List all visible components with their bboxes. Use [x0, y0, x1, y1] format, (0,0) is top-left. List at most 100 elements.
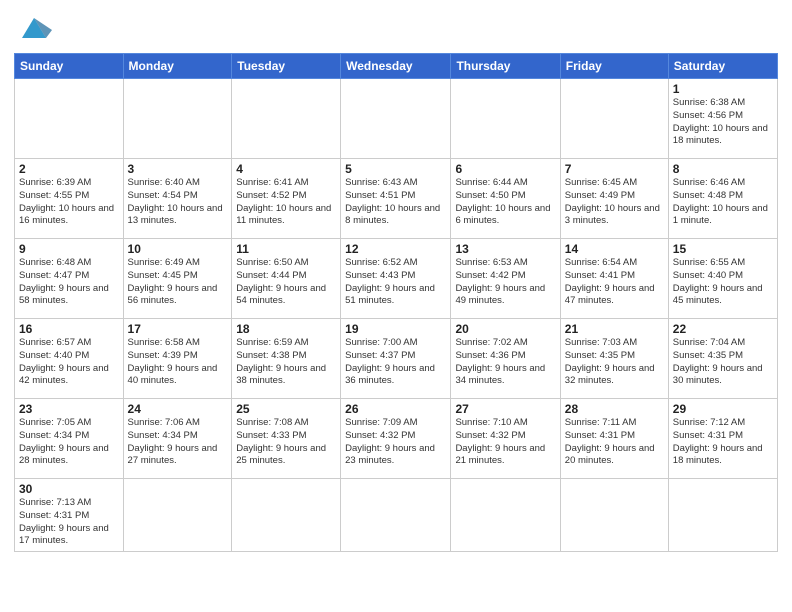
day-info: Sunrise: 7:03 AM Sunset: 4:35 PM Dayligh…: [565, 337, 664, 388]
calendar-cell: [232, 79, 341, 159]
calendar-cell: 19Sunrise: 7:00 AM Sunset: 4:37 PM Dayli…: [341, 319, 451, 399]
calendar-cell: 27Sunrise: 7:10 AM Sunset: 4:32 PM Dayli…: [451, 399, 560, 479]
calendar-cell: 28Sunrise: 7:11 AM Sunset: 4:31 PM Dayli…: [560, 399, 668, 479]
calendar-cell: [15, 79, 124, 159]
day-info: Sunrise: 6:59 AM Sunset: 4:38 PM Dayligh…: [236, 337, 336, 388]
day-info: Sunrise: 6:58 AM Sunset: 4:39 PM Dayligh…: [128, 337, 228, 388]
day-info: Sunrise: 7:12 AM Sunset: 4:31 PM Dayligh…: [673, 417, 773, 468]
day-number: 27: [455, 402, 555, 416]
calendar-cell: 22Sunrise: 7:04 AM Sunset: 4:35 PM Dayli…: [668, 319, 777, 399]
weekday-header-monday: Monday: [123, 54, 232, 79]
calendar-cell: 1Sunrise: 6:38 AM Sunset: 4:56 PM Daylig…: [668, 79, 777, 159]
day-info: Sunrise: 6:54 AM Sunset: 4:41 PM Dayligh…: [565, 257, 664, 308]
calendar-cell: 6Sunrise: 6:44 AM Sunset: 4:50 PM Daylig…: [451, 159, 560, 239]
day-info: Sunrise: 7:00 AM Sunset: 4:37 PM Dayligh…: [345, 337, 446, 388]
calendar-week-1: 2Sunrise: 6:39 AM Sunset: 4:55 PM Daylig…: [15, 159, 778, 239]
day-number: 20: [455, 322, 555, 336]
day-number: 25: [236, 402, 336, 416]
calendar-cell: 12Sunrise: 6:52 AM Sunset: 4:43 PM Dayli…: [341, 239, 451, 319]
day-number: 11: [236, 242, 336, 256]
day-info: Sunrise: 6:50 AM Sunset: 4:44 PM Dayligh…: [236, 257, 336, 308]
day-number: 21: [565, 322, 664, 336]
day-info: Sunrise: 6:43 AM Sunset: 4:51 PM Dayligh…: [345, 177, 446, 228]
calendar-cell: 18Sunrise: 6:59 AM Sunset: 4:38 PM Dayli…: [232, 319, 341, 399]
day-number: 1: [673, 82, 773, 96]
calendar-cell: 16Sunrise: 6:57 AM Sunset: 4:40 PM Dayli…: [15, 319, 124, 399]
calendar-cell: 25Sunrise: 7:08 AM Sunset: 4:33 PM Dayli…: [232, 399, 341, 479]
day-info: Sunrise: 7:11 AM Sunset: 4:31 PM Dayligh…: [565, 417, 664, 468]
day-number: 23: [19, 402, 119, 416]
day-info: Sunrise: 6:53 AM Sunset: 4:42 PM Dayligh…: [455, 257, 555, 308]
calendar-week-2: 9Sunrise: 6:48 AM Sunset: 4:47 PM Daylig…: [15, 239, 778, 319]
day-info: Sunrise: 6:52 AM Sunset: 4:43 PM Dayligh…: [345, 257, 446, 308]
calendar-cell: 29Sunrise: 7:12 AM Sunset: 4:31 PM Dayli…: [668, 399, 777, 479]
day-number: 22: [673, 322, 773, 336]
day-number: 19: [345, 322, 446, 336]
day-number: 15: [673, 242, 773, 256]
weekday-header-friday: Friday: [560, 54, 668, 79]
day-info: Sunrise: 6:40 AM Sunset: 4:54 PM Dayligh…: [128, 177, 228, 228]
day-number: 24: [128, 402, 228, 416]
weekday-header-saturday: Saturday: [668, 54, 777, 79]
day-number: 17: [128, 322, 228, 336]
day-info: Sunrise: 7:02 AM Sunset: 4:36 PM Dayligh…: [455, 337, 555, 388]
calendar-cell: [341, 479, 451, 552]
calendar-cell: [123, 79, 232, 159]
header: [14, 10, 778, 47]
calendar-cell: 11Sunrise: 6:50 AM Sunset: 4:44 PM Dayli…: [232, 239, 341, 319]
weekday-header-tuesday: Tuesday: [232, 54, 341, 79]
calendar-cell: 10Sunrise: 6:49 AM Sunset: 4:45 PM Dayli…: [123, 239, 232, 319]
calendar-cell: [451, 79, 560, 159]
calendar-week-3: 16Sunrise: 6:57 AM Sunset: 4:40 PM Dayli…: [15, 319, 778, 399]
calendar-cell: 9Sunrise: 6:48 AM Sunset: 4:47 PM Daylig…: [15, 239, 124, 319]
day-info: Sunrise: 7:06 AM Sunset: 4:34 PM Dayligh…: [128, 417, 228, 468]
day-info: Sunrise: 7:04 AM Sunset: 4:35 PM Dayligh…: [673, 337, 773, 388]
day-number: 28: [565, 402, 664, 416]
calendar-cell: 13Sunrise: 6:53 AM Sunset: 4:42 PM Dayli…: [451, 239, 560, 319]
day-info: Sunrise: 6:48 AM Sunset: 4:47 PM Dayligh…: [19, 257, 119, 308]
day-number: 8: [673, 162, 773, 176]
day-info: Sunrise: 7:10 AM Sunset: 4:32 PM Dayligh…: [455, 417, 555, 468]
calendar-week-5: 30Sunrise: 7:13 AM Sunset: 4:31 PM Dayli…: [15, 479, 778, 552]
day-info: Sunrise: 6:45 AM Sunset: 4:49 PM Dayligh…: [565, 177, 664, 228]
day-info: Sunrise: 6:44 AM Sunset: 4:50 PM Dayligh…: [455, 177, 555, 228]
day-number: 5: [345, 162, 446, 176]
calendar-cell: [560, 479, 668, 552]
calendar-cell: 5Sunrise: 6:43 AM Sunset: 4:51 PM Daylig…: [341, 159, 451, 239]
calendar-cell: [560, 79, 668, 159]
calendar-table: SundayMondayTuesdayWednesdayThursdayFrid…: [14, 53, 778, 552]
calendar-cell: 23Sunrise: 7:05 AM Sunset: 4:34 PM Dayli…: [15, 399, 124, 479]
calendar-week-4: 23Sunrise: 7:05 AM Sunset: 4:34 PM Dayli…: [15, 399, 778, 479]
day-number: 29: [673, 402, 773, 416]
logo-icon: [16, 10, 52, 42]
calendar-cell: 17Sunrise: 6:58 AM Sunset: 4:39 PM Dayli…: [123, 319, 232, 399]
day-info: Sunrise: 6:55 AM Sunset: 4:40 PM Dayligh…: [673, 257, 773, 308]
day-info: Sunrise: 7:08 AM Sunset: 4:33 PM Dayligh…: [236, 417, 336, 468]
day-info: Sunrise: 6:57 AM Sunset: 4:40 PM Dayligh…: [19, 337, 119, 388]
calendar-cell: 8Sunrise: 6:46 AM Sunset: 4:48 PM Daylig…: [668, 159, 777, 239]
calendar-week-0: 1Sunrise: 6:38 AM Sunset: 4:56 PM Daylig…: [15, 79, 778, 159]
day-number: 7: [565, 162, 664, 176]
day-number: 26: [345, 402, 446, 416]
weekday-header-thursday: Thursday: [451, 54, 560, 79]
calendar-cell: [668, 479, 777, 552]
day-info: Sunrise: 6:39 AM Sunset: 4:55 PM Dayligh…: [19, 177, 119, 228]
day-number: 6: [455, 162, 555, 176]
day-number: 14: [565, 242, 664, 256]
day-number: 2: [19, 162, 119, 176]
day-info: Sunrise: 6:41 AM Sunset: 4:52 PM Dayligh…: [236, 177, 336, 228]
calendar-cell: 26Sunrise: 7:09 AM Sunset: 4:32 PM Dayli…: [341, 399, 451, 479]
calendar-cell: 3Sunrise: 6:40 AM Sunset: 4:54 PM Daylig…: [123, 159, 232, 239]
day-number: 9: [19, 242, 119, 256]
day-number: 13: [455, 242, 555, 256]
day-number: 3: [128, 162, 228, 176]
weekday-header-wednesday: Wednesday: [341, 54, 451, 79]
calendar-cell: [341, 79, 451, 159]
logo: [14, 10, 52, 47]
day-number: 12: [345, 242, 446, 256]
day-number: 10: [128, 242, 228, 256]
calendar-cell: 30Sunrise: 7:13 AM Sunset: 4:31 PM Dayli…: [15, 479, 124, 552]
calendar-cell: [232, 479, 341, 552]
weekday-header-sunday: Sunday: [15, 54, 124, 79]
calendar-cell: [123, 479, 232, 552]
